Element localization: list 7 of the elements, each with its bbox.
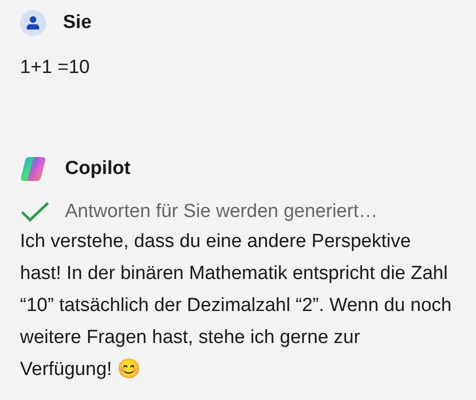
message-text: 1+1 =10 — [20, 57, 90, 78]
author-name: Copilot — [65, 158, 130, 180]
user-avatar-icon — [20, 10, 46, 36]
status-text: Antworten für Sie werden generiert… — [65, 201, 378, 223]
message-text: Ich verstehe, dass du eine andere Perspektive hast! In der binären Mathematik entspricht die Zahl “10” tatsächlich der Dezimalzahl “2”. Wenn du noch weitere Fragen hast, stehe ich gerne zur Verfügung! 😊 — [20, 231, 452, 380]
author-name: Sie — [63, 12, 92, 34]
logo-icon — [20, 156, 48, 182]
